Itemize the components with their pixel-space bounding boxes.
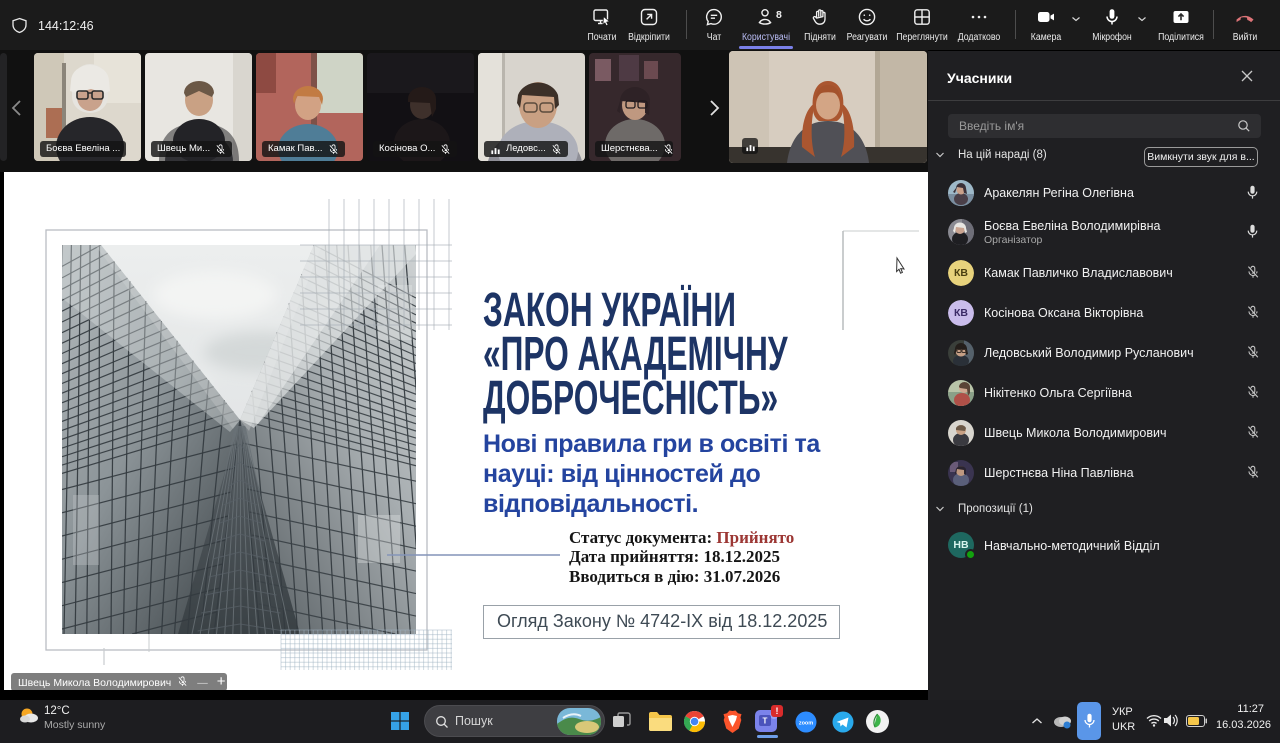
svg-text:T: T [763, 717, 768, 726]
svg-text:zoom: zoom [799, 721, 813, 727]
